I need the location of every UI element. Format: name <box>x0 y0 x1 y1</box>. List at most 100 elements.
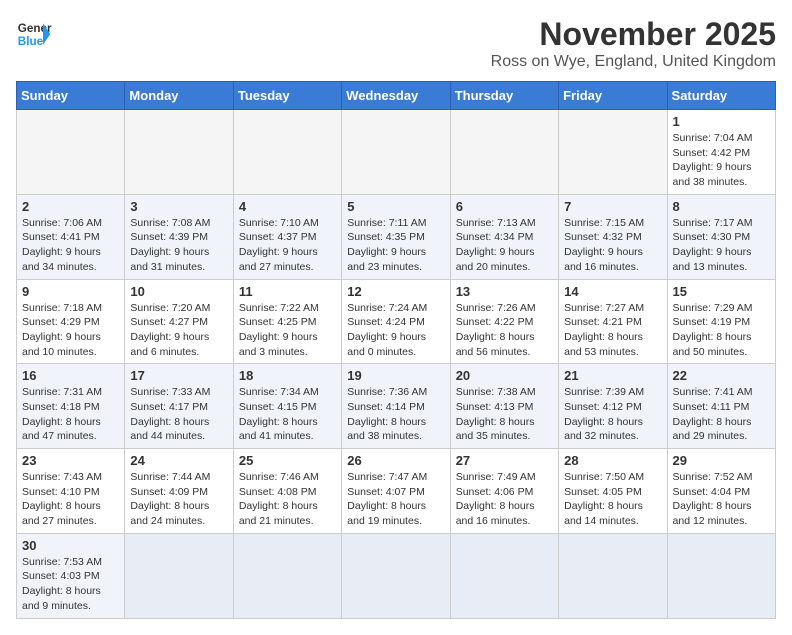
calendar-week-row: 16 Sunrise: 7:31 AM Sunset: 4:18 PM Dayli… <box>17 364 776 449</box>
day-info: Sunrise: 7:41 AM Sunset: 4:11 PM Dayligh… <box>673 385 770 444</box>
day-number: 26 <box>347 453 444 468</box>
day-number: 10 <box>130 284 227 299</box>
day-number: 25 <box>239 453 336 468</box>
day-number: 19 <box>347 368 444 383</box>
calendar-cell: 27 Sunrise: 7:49 AM Sunset: 4:06 PM Dayli… <box>450 449 558 534</box>
weekday-header-friday: Friday <box>559 82 667 110</box>
calendar-cell: 26 Sunrise: 7:47 AM Sunset: 4:07 PM Dayli… <box>342 449 450 534</box>
day-number: 27 <box>456 453 553 468</box>
weekday-header-row: SundayMondayTuesdayWednesdayThursdayFrid… <box>17 82 776 110</box>
calendar-cell <box>233 533 341 618</box>
calendar-cell: 20 Sunrise: 7:38 AM Sunset: 4:13 PM Dayli… <box>450 364 558 449</box>
logo: General Blue <box>16 16 52 52</box>
calendar-cell <box>559 533 667 618</box>
day-info: Sunrise: 7:18 AM Sunset: 4:29 PM Dayligh… <box>22 301 119 360</box>
calendar-cell: 2Sunrise: 7:06 AM Sunset: 4:41 PM Daylig… <box>17 194 125 279</box>
weekday-header-saturday: Saturday <box>667 82 775 110</box>
calendar-cell: 14Sunrise: 7:27 AM Sunset: 4:21 PM Dayli… <box>559 279 667 364</box>
day-number: 8 <box>673 199 770 214</box>
calendar-cell: 13Sunrise: 7:26 AM Sunset: 4:22 PM Dayli… <box>450 279 558 364</box>
day-number: 22 <box>673 368 770 383</box>
day-info: Sunrise: 7:38 AM Sunset: 4:13 PM Dayligh… <box>456 385 553 444</box>
page-header: General Blue November 2025 Ross on Wye, … <box>16 16 776 71</box>
day-info: Sunrise: 7:04 AM Sunset: 4:42 PM Dayligh… <box>673 131 770 190</box>
calendar-cell: 15 Sunrise: 7:29 AM Sunset: 4:19 PM Dayli… <box>667 279 775 364</box>
day-info: Sunrise: 7:24 AM Sunset: 4:24 PM Dayligh… <box>347 301 444 360</box>
calendar-cell: 29Sunrise: 7:52 AM Sunset: 4:04 PM Dayli… <box>667 449 775 534</box>
day-info: Sunrise: 7:50 AM Sunset: 4:05 PM Dayligh… <box>564 470 661 529</box>
calendar-cell: 11 Sunrise: 7:22 AM Sunset: 4:25 PM Dayli… <box>233 279 341 364</box>
day-number: 2 <box>22 199 119 214</box>
day-info: Sunrise: 7:36 AM Sunset: 4:14 PM Dayligh… <box>347 385 444 444</box>
day-info: Sunrise: 7:33 AM Sunset: 4:17 PM Dayligh… <box>130 385 227 444</box>
calendar-cell: 6 Sunrise: 7:13 AM Sunset: 4:34 PM Daylig… <box>450 194 558 279</box>
calendar-table: SundayMondayTuesdayWednesdayThursdayFrid… <box>16 81 776 619</box>
calendar-cell: 22 Sunrise: 7:41 AM Sunset: 4:11 PM Dayli… <box>667 364 775 449</box>
day-number: 21 <box>564 368 661 383</box>
day-info: Sunrise: 7:53 AM Sunset: 4:03 PM Dayligh… <box>22 555 119 614</box>
day-number: 29 <box>673 453 770 468</box>
weekday-header-monday: Monday <box>125 82 233 110</box>
day-number: 4 <box>239 199 336 214</box>
calendar-cell <box>559 110 667 195</box>
day-number: 9 <box>22 284 119 299</box>
calendar-cell: 30 Sunrise: 7:53 AM Sunset: 4:03 PM Dayli… <box>17 533 125 618</box>
day-number: 23 <box>22 453 119 468</box>
calendar-cell: 25 Sunrise: 7:46 AM Sunset: 4:08 PM Dayli… <box>233 449 341 534</box>
calendar-cell: 12 Sunrise: 7:24 AM Sunset: 4:24 PM Dayli… <box>342 279 450 364</box>
day-info: Sunrise: 7:46 AM Sunset: 4:08 PM Dayligh… <box>239 470 336 529</box>
day-number: 15 <box>673 284 770 299</box>
day-number: 6 <box>456 199 553 214</box>
calendar-cell: 18Sunrise: 7:34 AM Sunset: 4:15 PM Dayli… <box>233 364 341 449</box>
calendar-cell: 3 Sunrise: 7:08 AM Sunset: 4:39 PM Daylig… <box>125 194 233 279</box>
calendar-cell: 7Sunrise: 7:15 AM Sunset: 4:32 PM Daylig… <box>559 194 667 279</box>
day-info: Sunrise: 7:43 AM Sunset: 4:10 PM Dayligh… <box>22 470 119 529</box>
weekday-header-tuesday: Tuesday <box>233 82 341 110</box>
calendar-cell <box>342 110 450 195</box>
calendar-cell <box>125 110 233 195</box>
calendar-cell: 4 Sunrise: 7:10 AM Sunset: 4:37 PM Daylig… <box>233 194 341 279</box>
calendar-cell: 8 Sunrise: 7:17 AM Sunset: 4:30 PM Daylig… <box>667 194 775 279</box>
day-number: 3 <box>130 199 227 214</box>
day-number: 30 <box>22 538 119 553</box>
calendar-week-row: 30 Sunrise: 7:53 AM Sunset: 4:03 PM Dayli… <box>17 533 776 618</box>
day-number: 12 <box>347 284 444 299</box>
calendar-cell: 24 Sunrise: 7:44 AM Sunset: 4:09 PM Dayli… <box>125 449 233 534</box>
day-number: 28 <box>564 453 661 468</box>
day-info: Sunrise: 7:49 AM Sunset: 4:06 PM Dayligh… <box>456 470 553 529</box>
day-info: Sunrise: 7:10 AM Sunset: 4:37 PM Dayligh… <box>239 216 336 275</box>
day-number: 11 <box>239 284 336 299</box>
day-info: Sunrise: 7:17 AM Sunset: 4:30 PM Dayligh… <box>673 216 770 275</box>
calendar-cell <box>125 533 233 618</box>
day-info: Sunrise: 7:44 AM Sunset: 4:09 PM Dayligh… <box>130 470 227 529</box>
calendar-cell: 17Sunrise: 7:33 AM Sunset: 4:17 PM Dayli… <box>125 364 233 449</box>
calendar-cell <box>667 533 775 618</box>
day-number: 16 <box>22 368 119 383</box>
calendar-week-row: 2Sunrise: 7:06 AM Sunset: 4:41 PM Daylig… <box>17 194 776 279</box>
calendar-week-row: 23 Sunrise: 7:43 AM Sunset: 4:10 PM Dayli… <box>17 449 776 534</box>
weekday-header-wednesday: Wednesday <box>342 82 450 110</box>
calendar-week-row: 1Sunrise: 7:04 AM Sunset: 4:42 PM Daylig… <box>17 110 776 195</box>
calendar-cell: 9 Sunrise: 7:18 AM Sunset: 4:29 PM Daylig… <box>17 279 125 364</box>
month-title: November 2025 <box>491 16 776 53</box>
calendar-cell <box>342 533 450 618</box>
day-number: 13 <box>456 284 553 299</box>
calendar-cell: 28 Sunrise: 7:50 AM Sunset: 4:05 PM Dayli… <box>559 449 667 534</box>
calendar-cell: 21Sunrise: 7:39 AM Sunset: 4:12 PM Dayli… <box>559 364 667 449</box>
calendar-cell: 16 Sunrise: 7:31 AM Sunset: 4:18 PM Dayli… <box>17 364 125 449</box>
day-info: Sunrise: 7:13 AM Sunset: 4:34 PM Dayligh… <box>456 216 553 275</box>
calendar-cell <box>450 110 558 195</box>
day-info: Sunrise: 7:22 AM Sunset: 4:25 PM Dayligh… <box>239 301 336 360</box>
calendar-cell: 10Sunrise: 7:20 AM Sunset: 4:27 PM Dayli… <box>125 279 233 364</box>
day-number: 24 <box>130 453 227 468</box>
title-area: November 2025 Ross on Wye, England, Unit… <box>491 16 776 71</box>
day-info: Sunrise: 7:29 AM Sunset: 4:19 PM Dayligh… <box>673 301 770 360</box>
day-number: 5 <box>347 199 444 214</box>
day-info: Sunrise: 7:08 AM Sunset: 4:39 PM Dayligh… <box>130 216 227 275</box>
day-info: Sunrise: 7:31 AM Sunset: 4:18 PM Dayligh… <box>22 385 119 444</box>
day-number: 20 <box>456 368 553 383</box>
calendar-week-row: 9 Sunrise: 7:18 AM Sunset: 4:29 PM Daylig… <box>17 279 776 364</box>
calendar-cell: 19 Sunrise: 7:36 AM Sunset: 4:14 PM Dayli… <box>342 364 450 449</box>
day-info: Sunrise: 7:47 AM Sunset: 4:07 PM Dayligh… <box>347 470 444 529</box>
svg-text:Blue: Blue <box>18 35 44 48</box>
